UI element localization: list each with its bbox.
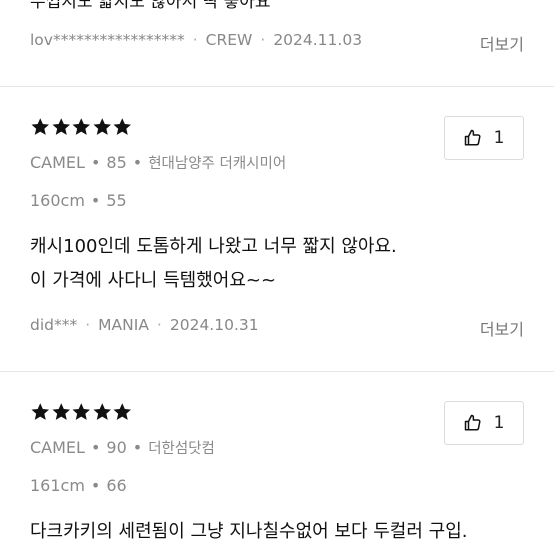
star-rating (30, 117, 133, 137)
star-icon (72, 403, 90, 420)
buyer-weight: 55 (106, 191, 127, 210)
meta-separator: · (156, 316, 162, 334)
bullet: • (90, 191, 101, 210)
review-user-id: lov***************** (30, 31, 185, 49)
buyer-weight: 66 (106, 476, 127, 495)
bullet: • (132, 438, 143, 457)
meta-separator: · (260, 31, 266, 49)
option-color: CAMEL (30, 438, 85, 457)
star-icon (31, 118, 49, 135)
star-icon (113, 403, 131, 420)
star-icon (72, 118, 90, 135)
star-icon (93, 403, 111, 420)
buyer-height: 160cm (30, 191, 85, 210)
star-icon (52, 403, 70, 420)
bullet: • (132, 153, 143, 172)
star-icon (52, 118, 70, 135)
review-date: 2024.11.03 (273, 31, 363, 49)
review-user-grade: MANIA (98, 316, 149, 334)
review-user-grade: CREW (205, 31, 253, 49)
buyer-height: 161cm (30, 476, 85, 495)
like-count: 1 (493, 128, 505, 148)
bullet: • (90, 476, 101, 495)
star-icon (113, 118, 131, 135)
more-button[interactable]: 더보기 (480, 31, 524, 55)
thumbs-up-icon (464, 129, 481, 146)
review-text-line: 이 가격에 사다니 득템했어요~~ (30, 270, 277, 291)
star-icon (93, 118, 111, 135)
review-meta: did*** · MANIA · 2024.10.31 (30, 316, 259, 334)
meta-separator: · (85, 316, 91, 334)
previous-review-meta: lov***************** · CREW · 2024.11.03 (30, 31, 362, 49)
more-button[interactable]: 더보기 (480, 316, 524, 340)
option-color: CAMEL (30, 153, 85, 172)
buyer-body-line: 161cm • 66 (30, 476, 127, 495)
previous-review-text: 두껍지도 얇지도 않아서 딱 좋아요 (30, 0, 271, 12)
like-button[interactable]: 1 (444, 116, 524, 160)
review-user-id: did*** (30, 316, 78, 334)
star-rating (30, 402, 133, 422)
option-size: 90 (106, 438, 127, 457)
review-divider (0, 371, 554, 372)
like-count: 1 (493, 413, 505, 433)
bullet: • (90, 153, 101, 172)
review-date: 2024.10.31 (169, 316, 259, 334)
buyer-body-line: 160cm • 55 (30, 191, 127, 210)
purchase-store: 현대남양주 더캐시미어 (148, 156, 287, 172)
bullet: • (90, 438, 101, 457)
thumbs-up-icon (464, 414, 481, 431)
review-text-line: 다크카키의 세련됨이 그냥 지나칠수없어 보다 두컬러 구입. (30, 521, 468, 542)
purchase-store: 더한섬닷컴 (148, 441, 215, 457)
buyer-option-line: CAMEL • 90 • 더한섬닷컴 (30, 437, 215, 458)
buyer-option-line: CAMEL • 85 • 현대남양주 더캐시미어 (30, 152, 286, 173)
option-size: 85 (106, 153, 127, 172)
star-icon (31, 403, 49, 420)
like-button[interactable]: 1 (444, 401, 524, 445)
review-divider (0, 86, 554, 87)
review-text-line: 캐시100인데 도톰하게 나왔고 너무 짧지 않아요. (30, 236, 397, 257)
meta-separator: · (192, 31, 198, 49)
